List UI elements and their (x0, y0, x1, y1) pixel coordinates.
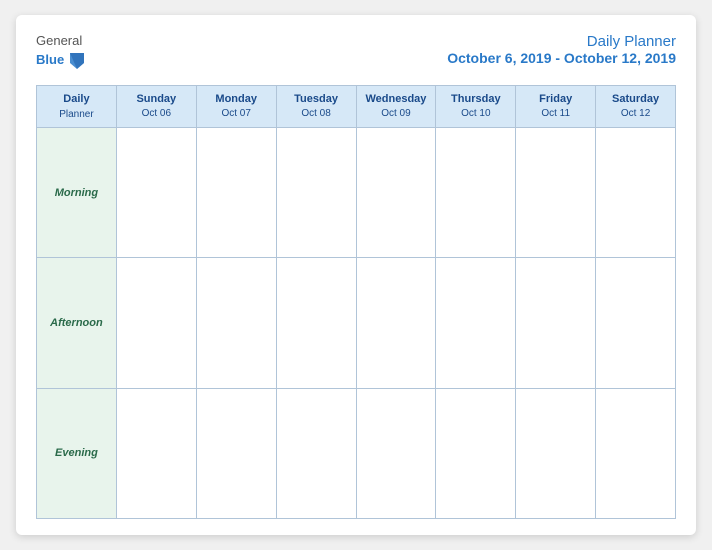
header-row: Daily Planner Sunday Oct 06 Monday Oct 0… (37, 85, 676, 128)
col-header-3: Tuesday Oct 08 (276, 85, 356, 128)
col-header-7: Saturday Oct 12 (596, 85, 676, 128)
col-header-5: Thursday Oct 10 (436, 85, 516, 128)
col-header-4: Wednesday Oct 09 (356, 85, 436, 128)
morning-row: Morning (37, 128, 676, 258)
morning-wed[interactable] (356, 128, 436, 258)
evening-label: Evening (37, 388, 117, 518)
afternoon-tue[interactable] (276, 258, 356, 388)
afternoon-row: Afternoon (37, 258, 676, 388)
evening-thu[interactable] (436, 388, 516, 518)
logo-general: General (36, 33, 82, 49)
header: General Blue Daily Planner October 6, 20… (36, 33, 676, 71)
col-header-1: Sunday Oct 06 (116, 85, 196, 128)
col-header-0: Daily Planner (37, 85, 117, 128)
afternoon-thu[interactable] (436, 258, 516, 388)
morning-label: Morning (37, 128, 117, 258)
title-main: Daily Planner (447, 33, 676, 50)
afternoon-sun[interactable] (116, 258, 196, 388)
evening-tue[interactable] (276, 388, 356, 518)
morning-fri[interactable] (516, 128, 596, 258)
col-header-6: Friday Oct 11 (516, 85, 596, 128)
logo-blue: Blue (36, 52, 64, 68)
morning-tue[interactable] (276, 128, 356, 258)
afternoon-wed[interactable] (356, 258, 436, 388)
evening-row: Evening (37, 388, 676, 518)
afternoon-mon[interactable] (196, 258, 276, 388)
evening-sun[interactable] (116, 388, 196, 518)
evening-sat[interactable] (596, 388, 676, 518)
calendar-table: Daily Planner Sunday Oct 06 Monday Oct 0… (36, 85, 676, 519)
title-area: Daily Planner October 6, 2019 - October … (447, 33, 676, 66)
logo-area: General Blue (36, 33, 88, 71)
morning-sat[interactable] (596, 128, 676, 258)
evening-mon[interactable] (196, 388, 276, 518)
title-date: October 6, 2019 - October 12, 2019 (447, 50, 676, 66)
afternoon-label: Afternoon (37, 258, 117, 388)
morning-mon[interactable] (196, 128, 276, 258)
morning-thu[interactable] (436, 128, 516, 258)
evening-fri[interactable] (516, 388, 596, 518)
evening-wed[interactable] (356, 388, 436, 518)
afternoon-sat[interactable] (596, 258, 676, 388)
logo-icon (66, 49, 88, 71)
afternoon-fri[interactable] (516, 258, 596, 388)
page: General Blue Daily Planner October 6, 20… (16, 15, 696, 535)
col-header-2: Monday Oct 07 (196, 85, 276, 128)
morning-sun[interactable] (116, 128, 196, 258)
